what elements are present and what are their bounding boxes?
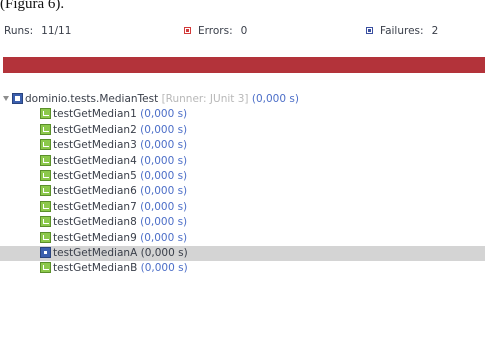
failure-icon bbox=[366, 27, 373, 34]
failures-counter: Failures: 2 bbox=[366, 25, 438, 37]
test-name: testGetMedianB bbox=[53, 262, 138, 275]
test-row[interactable]: testGetMedian4 (0,000 s) bbox=[0, 154, 485, 169]
test-passed-icon bbox=[40, 185, 51, 197]
test-time: (0,000 s) bbox=[140, 169, 188, 182]
suite-icon bbox=[12, 93, 23, 104]
test-name: testGetMedian3 bbox=[53, 139, 137, 152]
test-failed-icon bbox=[40, 246, 51, 258]
error-icon bbox=[184, 27, 191, 34]
test-row[interactable]: testGetMedian7 (0,000 s) bbox=[0, 200, 485, 215]
suite-name: dominio.tests.MedianTest bbox=[25, 93, 159, 105]
failures-label: Failures: bbox=[380, 25, 424, 37]
suite-runner: [Runner: JUnit 3] bbox=[161, 93, 249, 105]
runs-label: Runs: bbox=[4, 25, 34, 37]
test-progress-bar bbox=[3, 57, 485, 73]
test-row[interactable]: testGetMedian1 (0,000 s) bbox=[0, 107, 485, 122]
test-time: (0,000 s) bbox=[140, 185, 188, 198]
test-row[interactable]: testGetMedian3 (0,000 s) bbox=[0, 138, 485, 153]
runs-value: 11/11 bbox=[41, 25, 72, 37]
junit-counters: Runs: 11/11 Errors: 0 Failures: 2 bbox=[0, 16, 485, 46]
test-row[interactable]: testGetMedian6 (0,000 s) bbox=[0, 184, 485, 199]
test-name: testGetMedian7 bbox=[53, 200, 137, 213]
test-passed-icon bbox=[40, 154, 51, 166]
test-time: (0,000 s) bbox=[140, 108, 188, 121]
test-row[interactable]: testGetMedianB (0,000 s) bbox=[0, 261, 485, 276]
test-passed-icon bbox=[40, 139, 51, 151]
test-name: testGetMedian2 bbox=[53, 123, 137, 136]
test-passed-icon bbox=[40, 169, 51, 181]
test-passed-icon bbox=[40, 200, 51, 212]
test-row[interactable]: testGetMedianA (0,000 s) bbox=[0, 245, 485, 262]
test-name: testGetMedian6 bbox=[53, 185, 137, 198]
test-progress-fill bbox=[3, 57, 485, 73]
errors-value: 0 bbox=[240, 25, 248, 37]
test-name: testGetMedian1 bbox=[53, 108, 137, 121]
test-time: (0,000 s) bbox=[140, 246, 188, 259]
test-row[interactable]: testGetMedian9 (0,000 s) bbox=[0, 231, 485, 246]
expand-triangle-icon[interactable] bbox=[3, 96, 9, 101]
tree-suite-row[interactable]: dominio.tests.MedianTest [Runner: JUnit … bbox=[0, 92, 485, 107]
test-passed-icon bbox=[40, 231, 51, 243]
test-name: testGetMedian5 bbox=[53, 169, 137, 182]
test-name: testGetMedianA bbox=[53, 246, 138, 259]
test-time: (0,000 s) bbox=[140, 262, 188, 275]
test-time: (0,000 s) bbox=[140, 200, 188, 213]
test-passed-icon bbox=[40, 123, 51, 135]
test-time: (0,000 s) bbox=[140, 216, 188, 229]
test-time: (0,000 s) bbox=[140, 139, 188, 152]
test-time: (0,000 s) bbox=[140, 123, 188, 136]
test-time: (0,000 s) bbox=[140, 154, 188, 167]
suite-time: (0,000 s) bbox=[251, 93, 299, 105]
test-tree: dominio.tests.MedianTest [Runner: JUnit … bbox=[0, 92, 485, 277]
failures-value: 2 bbox=[431, 25, 439, 37]
test-row[interactable]: testGetMedian2 (0,000 s) bbox=[0, 123, 485, 138]
errors-label: Errors: bbox=[198, 25, 233, 37]
errors-counter: Errors: 0 bbox=[184, 25, 247, 37]
test-passed-icon bbox=[40, 262, 51, 274]
test-row[interactable]: testGetMedian5 (0,000 s) bbox=[0, 169, 485, 184]
test-passed-icon bbox=[40, 108, 51, 120]
test-passed-icon bbox=[40, 216, 51, 228]
figure-caption: (Figura 6). bbox=[0, 0, 65, 12]
test-row[interactable]: testGetMedian8 (0,000 s) bbox=[0, 215, 485, 230]
test-name: testGetMedian8 bbox=[53, 216, 137, 229]
test-time: (0,000 s) bbox=[140, 231, 188, 244]
runs-counter: Runs: 11/11 bbox=[4, 25, 71, 37]
test-name: testGetMedian4 bbox=[53, 154, 137, 167]
test-name: testGetMedian9 bbox=[53, 231, 137, 244]
